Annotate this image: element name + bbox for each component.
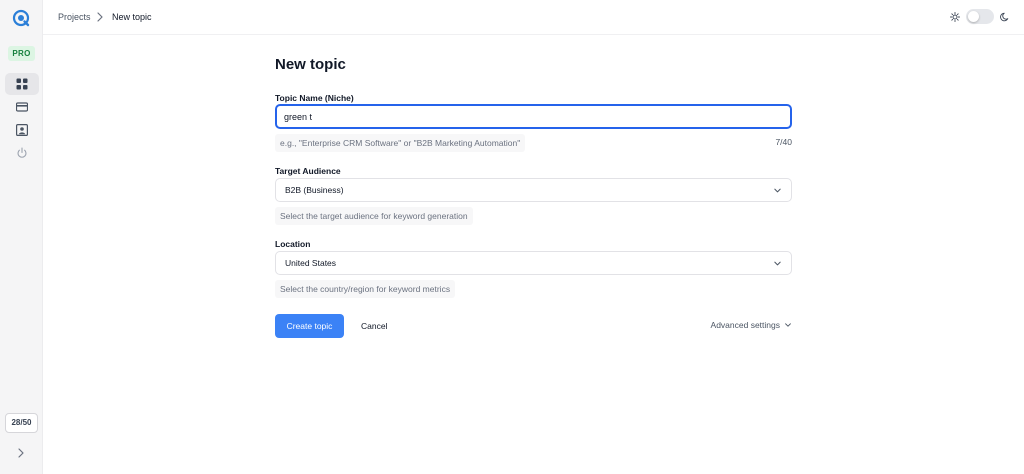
location-label: Location: [275, 239, 311, 249]
card-icon: [16, 102, 28, 112]
location-select[interactable]: United States: [275, 251, 792, 275]
target-audience-label: Target Audience: [275, 166, 341, 176]
target-audience-value: B2B (Business): [285, 185, 344, 195]
sidebar-item-dashboard[interactable]: [5, 73, 39, 95]
theme-switcher: [950, 9, 1010, 24]
chevron-right-icon[interactable]: [15, 447, 27, 459]
pro-badge: PRO: [8, 46, 35, 61]
breadcrumb-current: New topic: [112, 12, 152, 22]
sidebar-item-billing[interactable]: [5, 96, 39, 118]
target-audience-select[interactable]: B2B (Business): [275, 178, 792, 202]
topic-name-hint: e.g., "Enterprise CRM Software" or "B2B …: [275, 134, 526, 152]
sidebar-item-logout[interactable]: [5, 142, 39, 164]
chevron-down-icon: [774, 261, 781, 266]
cancel-button[interactable]: Cancel: [361, 314, 403, 338]
user-card-icon: [16, 124, 28, 136]
create-topic-button[interactable]: Create topic: [275, 314, 344, 338]
target-audience-hint: Select the target audience for keyword g…: [275, 207, 473, 225]
top-bar: Projects New topic: [43, 0, 1024, 35]
chevron-down-icon: [774, 188, 781, 193]
sidebar: PRO 28/50: [0, 0, 43, 474]
power-icon: [17, 147, 27, 158]
breadcrumb-projects[interactable]: Projects: [58, 12, 91, 23]
new-topic-form: New topic Topic Name (Niche) e.g., "Ente…: [275, 50, 792, 338]
moon-icon: [1000, 12, 1009, 21]
topic-name-label: Topic Name (Niche): [275, 93, 354, 103]
advanced-settings-toggle[interactable]: Advanced settings: [711, 320, 792, 330]
character-counter: 7/40: [775, 137, 792, 147]
grid-icon: [16, 78, 28, 90]
advanced-settings-label: Advanced settings: [710, 320, 780, 330]
location-hint: Select the country/region for keyword me…: [275, 280, 456, 298]
chevron-right-icon: [97, 12, 103, 22]
topic-name-input[interactable]: [275, 104, 792, 129]
location-value: United States: [285, 258, 337, 268]
dark-mode-toggle[interactable]: [966, 9, 994, 24]
chevron-down-icon: [785, 323, 791, 327]
credits-counter: 28/50: [5, 413, 38, 433]
sidebar-item-account[interactable]: [5, 119, 39, 141]
sun-icon: [950, 11, 960, 22]
app-logo-icon[interactable]: [12, 9, 30, 27]
page-title: New topic: [275, 56, 346, 73]
